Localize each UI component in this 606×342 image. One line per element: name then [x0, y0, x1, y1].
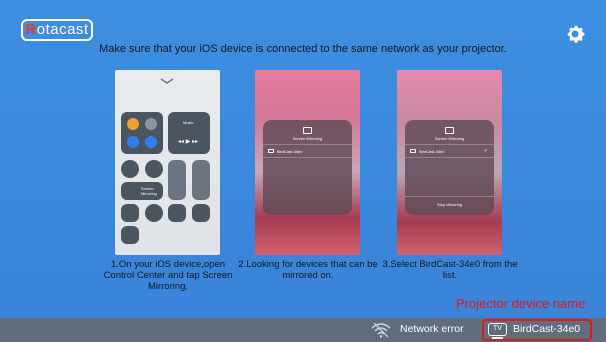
- chevron-down-icon: [160, 78, 174, 84]
- tv-icon: TV: [488, 323, 507, 336]
- mirroring-label-line2: Mirroring: [141, 191, 157, 196]
- music-label: Music: [183, 120, 194, 125]
- step1-control-center-image: Music ◂◂ ▶ ▸▸ Screen Mirroring: [115, 70, 220, 255]
- divider: [263, 157, 352, 158]
- rotation-lock-icon: [121, 160, 139, 178]
- screen-mirroring-dialog: Screen Mirroring BirdCast-34e0 ✓ Stop Mi…: [405, 120, 494, 215]
- divider: [263, 144, 352, 145]
- screen-mirroring-icon: [303, 127, 312, 134]
- step1-caption: 1.On your iOS device,open Control Center…: [103, 259, 233, 292]
- divider: [405, 157, 494, 158]
- projector-device-name: BirdCast-34e0: [513, 323, 581, 335]
- flashlight-icon: [121, 204, 139, 222]
- wifi-icon: [371, 322, 391, 338]
- step2-searching-image: Screen Mirroring BirdCast-34e0: [255, 70, 360, 255]
- rotacast-logo: Rotacast: [21, 19, 93, 41]
- brightness-slider: [168, 160, 186, 200]
- timer-icon: [145, 204, 163, 222]
- stop-mirroring-label: Stop Mirroring: [436, 202, 463, 207]
- connectivity-tile: [121, 112, 163, 154]
- logo-letter-r: R: [25, 21, 37, 38]
- bluetooth-icon: [145, 136, 157, 148]
- dialog-title: Screen Mirroring: [292, 136, 323, 141]
- playback-controls-icon: ◂◂ ▶ ▸▸: [178, 139, 198, 145]
- cellular-icon: [145, 118, 157, 130]
- dialog-title: Screen Mirroring: [434, 136, 465, 141]
- device-list-item: BirdCast-34e0: [277, 149, 303, 154]
- instruction-text: Make sure that your iOS device is connec…: [99, 43, 507, 55]
- network-status: Network error: [400, 323, 464, 335]
- wifi-toggle-icon: [127, 136, 139, 148]
- screen-mirroring-icon: [445, 127, 454, 134]
- projector-device-name-annotation: Projector device name: [456, 296, 586, 311]
- step2-caption: 2.Looking for devices that can be mirror…: [238, 259, 378, 281]
- do-not-disturb-icon: [145, 160, 163, 178]
- logo-text: otacast: [36, 21, 89, 38]
- qr-scanner-icon: [121, 226, 139, 244]
- camera-icon: [192, 204, 210, 222]
- appletv-icon: [268, 149, 274, 153]
- step3-selected-image: Screen Mirroring BirdCast-34e0 ✓ Stop Mi…: [397, 70, 502, 255]
- checkmark-icon: ✓: [483, 148, 488, 154]
- airplane-icon: [127, 118, 139, 130]
- appletv-icon: [410, 149, 416, 153]
- divider: [405, 196, 494, 197]
- screen-mirroring-tile: Screen Mirroring: [121, 182, 163, 200]
- device-list-item: BirdCast-34e0: [419, 149, 445, 154]
- divider: [405, 144, 494, 145]
- volume-slider: [192, 160, 210, 200]
- music-tile: Music ◂◂ ▶ ▸▸: [168, 112, 210, 154]
- tv-stand: [492, 337, 503, 339]
- screen-mirroring-dialog: Screen Mirroring BirdCast-34e0: [263, 120, 352, 215]
- step3-caption: 3.Select BirdCast-34e0 from the list.: [382, 259, 518, 281]
- calculator-icon: [168, 204, 186, 222]
